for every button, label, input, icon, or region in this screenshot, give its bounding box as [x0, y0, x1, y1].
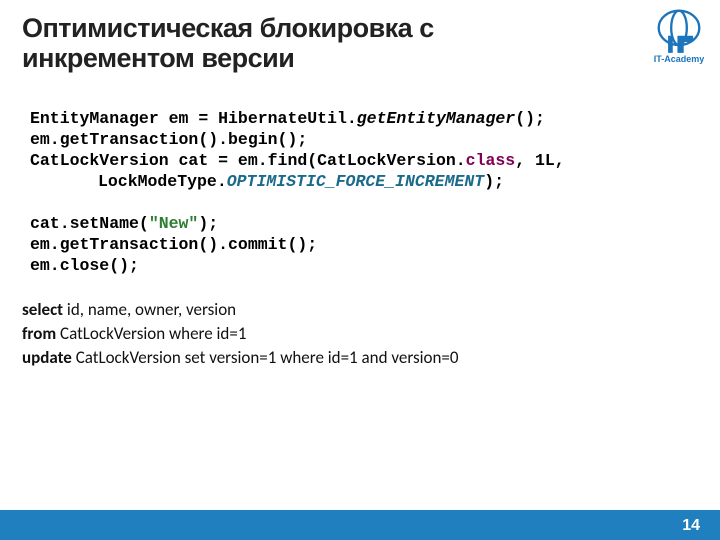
slide: Оптимистическая блокировка с инкрементом…: [0, 0, 720, 540]
code-line-6: em.close();: [30, 256, 139, 275]
sql-line-2: from CatLockVersion where id=1: [22, 322, 459, 346]
code-line-2: em.getTransaction().begin();: [30, 130, 307, 149]
logo: IT-Academy: [648, 6, 710, 68]
page-number: 14: [682, 517, 700, 535]
page-title: Оптимистическая блокировка с инкрементом…: [22, 14, 610, 73]
code-line-3b: LockModeType.OPTIMISTIC_FORCE_INCREMENT)…: [98, 171, 565, 192]
code-line-4: cat.setName("New");: [30, 214, 218, 233]
code-block: EntityManager em = HibernateUtil.getEnti…: [30, 108, 565, 276]
logo-label: IT-Academy: [654, 54, 705, 64]
code-line-3: CatLockVersion cat = em.find(CatLockVers…: [30, 151, 565, 170]
sql-line-3: update CatLockVersion set version=1 wher…: [22, 346, 459, 370]
sql-block: select id, name, owner, version from Cat…: [22, 298, 459, 370]
code-line-5: em.getTransaction().commit();: [30, 235, 317, 254]
logo-icon: [654, 6, 704, 56]
footer-bar: 14: [0, 510, 720, 540]
sql-line-1: select id, name, owner, version: [22, 298, 459, 322]
code-line-1: EntityManager em = HibernateUtil.getEnti…: [30, 109, 545, 128]
